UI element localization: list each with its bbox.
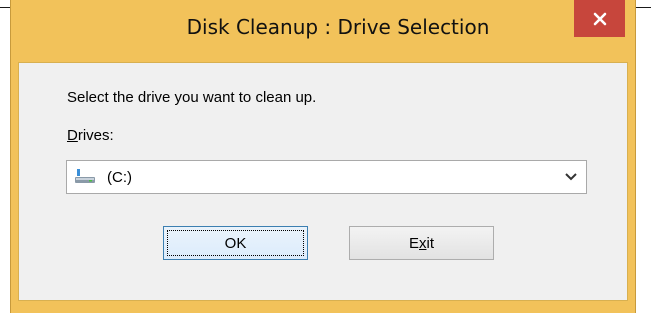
close-icon	[593, 12, 606, 25]
exit-label-pre: E	[408, 234, 419, 252]
exit-label-post: it	[426, 234, 435, 252]
dialog-content: Select the drive you want to clean up. D…	[18, 62, 628, 301]
drives-label-mnemonic: D	[67, 127, 78, 144]
ok-button[interactable]: OK	[163, 226, 308, 260]
chevron-down-icon[interactable]	[564, 171, 578, 183]
instruction-text: Select the drive you want to clean up.	[67, 89, 317, 106]
disk-cleanup-window: Disk Cleanup : Drive Selection Select th…	[10, 0, 636, 313]
drives-label: Drives:	[67, 127, 114, 144]
exit-button[interactable]: Ex it	[349, 226, 494, 260]
hard-drive-icon	[75, 169, 95, 183]
window-title: Disk Cleanup : Drive Selection	[186, 15, 490, 39]
drives-dropdown[interactable]: (C:)	[66, 160, 587, 194]
title-bar[interactable]: Disk Cleanup : Drive Selection	[11, 0, 635, 62]
exit-label-mnemonic: x	[419, 234, 427, 252]
drives-label-rest: rives:	[77, 127, 114, 144]
close-button[interactable]	[574, 0, 625, 37]
focus-ring	[167, 230, 304, 256]
selected-drive: (C:)	[107, 169, 132, 186]
